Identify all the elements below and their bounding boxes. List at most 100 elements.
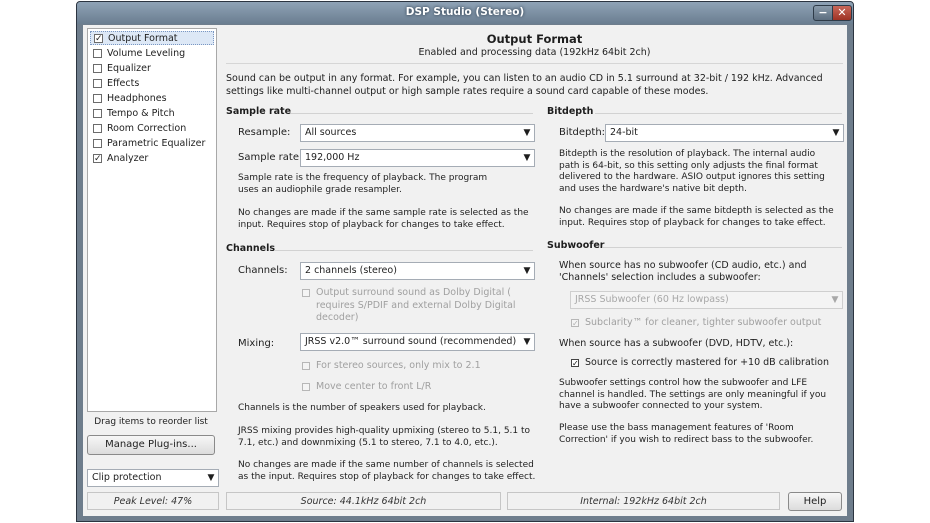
- list-item-label: Parametric Equalizer: [107, 137, 206, 149]
- chevron-down-icon[interactable]: ▼: [828, 292, 842, 308]
- stereo-mix-option[interactable]: For stereo sources, only mix to 2.1: [302, 360, 522, 373]
- list-item-output-format[interactable]: ✓ Output Format: [90, 31, 214, 45]
- sample-rate-desc-2: No changes are made if the same sample r…: [238, 208, 529, 230]
- bitdepth-value: 24-bit: [610, 127, 638, 138]
- stereo-mix-label: For stereo sources, only mix to 2.1: [316, 360, 481, 371]
- chevron-down-icon[interactable]: ▼: [204, 470, 218, 486]
- subwoofer-divider: [603, 247, 842, 248]
- list-item-label: Room Correction: [107, 122, 187, 134]
- no-subwoofer-text: When source has no subwoofer (CD audio, …: [559, 260, 807, 283]
- channels-label: Channels:: [238, 265, 288, 276]
- channels-heading: Channels: [226, 243, 276, 254]
- mastered-option[interactable]: ✓ Source is correctly mastered for +10 d…: [571, 357, 841, 370]
- list-item-equalizer[interactable]: Equalizer: [90, 61, 214, 75]
- list-item-headphones[interactable]: Headphones: [90, 91, 214, 105]
- bitdepth-label: Bitdepth:: [559, 127, 606, 138]
- subwoofer-heading: Subwoofer: [547, 240, 605, 251]
- list-item-tempo-pitch[interactable]: Tempo & Pitch: [90, 106, 214, 120]
- page-subtitle: Enabled and processing data (192kHz 64bi…: [418, 47, 651, 58]
- stereo-mix-checkbox[interactable]: [302, 362, 310, 370]
- mastered-label: Source is correctly mastered for +10 dB …: [585, 357, 829, 368]
- chevron-down-icon[interactable]: ▼: [520, 150, 534, 166]
- plugin-list: ✓ Output Format Volume Leveling Equalize…: [87, 28, 217, 412]
- subwoofer-desc-1: Subwoofer settings control how the subwo…: [559, 378, 827, 411]
- checkbox-parametric-equalizer[interactable]: [93, 138, 102, 148]
- dsp-studio-window: DSP Studio (Stereo) − ✕ ✓ Output Format …: [76, 1, 854, 522]
- channels-value: 2 channels (stereo): [305, 265, 397, 276]
- mixing-select[interactable]: JRSS v2.0™ surround sound (recommended) …: [300, 333, 535, 351]
- list-item-analyzer[interactable]: ✓ Analyzer: [90, 151, 214, 165]
- source-format: Source: 44.1kHz 64bit 2ch: [226, 492, 501, 510]
- sample-rate-select[interactable]: 192,000 Hz ▼: [300, 149, 535, 167]
- mixing-label: Mixing:: [238, 338, 275, 349]
- checkbox-analyzer[interactable]: ✓: [93, 153, 102, 163]
- mixing-value: JRSS v2.0™ surround sound (recommended): [305, 336, 517, 347]
- list-item-room-correction[interactable]: Room Correction: [90, 121, 214, 135]
- subwoofer-select-value: JRSS Subwoofer (60 Hz lowpass): [575, 294, 729, 305]
- mastered-checkbox[interactable]: ✓: [571, 359, 579, 368]
- list-item-label: Equalizer: [107, 62, 151, 74]
- title-bar[interactable]: DSP Studio (Stereo) − ✕: [77, 2, 853, 24]
- chevron-down-icon[interactable]: ▼: [829, 125, 843, 141]
- dolby-digital-label: Output surround sound as Dolby Digital (…: [316, 287, 516, 323]
- sample-rate-desc-1: Sample rate is the frequency of playback…: [238, 173, 488, 195]
- bitdepth-select[interactable]: 24-bit ▼: [605, 124, 844, 142]
- channels-desc-2: JRSS mixing provides high-quality upmixi…: [238, 426, 531, 448]
- checkbox-output-format[interactable]: ✓: [94, 33, 103, 43]
- list-item-label: Volume Leveling: [107, 47, 186, 59]
- header-divider: [226, 63, 843, 64]
- checkbox-tempo-pitch[interactable]: [93, 108, 102, 118]
- has-subwoofer-text: When source has a subwoofer (DVD, HDTV, …: [559, 338, 794, 349]
- center-label: Move center to front L/R: [316, 381, 432, 392]
- manage-plugins-button[interactable]: Manage Plug-ins...: [87, 435, 215, 455]
- checkbox-volume-leveling[interactable]: [93, 48, 102, 58]
- list-item-label: Headphones: [107, 92, 167, 104]
- list-item-label: Analyzer: [107, 152, 149, 164]
- dolby-digital-checkbox[interactable]: [302, 289, 310, 297]
- channels-select[interactable]: 2 channels (stereo) ▼: [300, 262, 535, 280]
- list-item-label: Output Format: [108, 32, 178, 44]
- subclarity-label: Subclarity™ for cleaner, tighter subwoof…: [585, 317, 822, 328]
- help-button[interactable]: Help: [788, 492, 842, 511]
- checkbox-equalizer[interactable]: [93, 63, 102, 73]
- internal-format: Internal: 192kHz 64bit 2ch: [507, 492, 780, 510]
- sample-rate-label: Sample rate:: [238, 152, 303, 163]
- resample-label: Resample:: [238, 127, 291, 138]
- dolby-digital-option[interactable]: Output surround sound as Dolby Digital (…: [302, 287, 520, 325]
- channels-desc-1: Channels is the number of speakers used …: [238, 403, 486, 413]
- channels-divider: [275, 250, 533, 251]
- checkbox-headphones[interactable]: [93, 93, 102, 103]
- subwoofer-desc-2: Please use the bass management features …: [559, 423, 814, 445]
- sample-rate-value: 192,000 Hz: [305, 152, 360, 163]
- center-option[interactable]: Move center to front L/R: [302, 381, 522, 394]
- chevron-down-icon[interactable]: ▼: [520, 263, 534, 279]
- intro-text: Sound can be output in any format. For e…: [226, 73, 823, 97]
- checkbox-room-correction[interactable]: [93, 123, 102, 133]
- center-checkbox[interactable]: [302, 383, 310, 391]
- chevron-down-icon[interactable]: ▼: [520, 125, 534, 141]
- page-title: Output Format: [486, 32, 583, 46]
- bitdepth-heading: Bitdepth: [547, 106, 594, 117]
- checkbox-effects[interactable]: [93, 78, 102, 88]
- sample-rate-divider: [291, 113, 533, 114]
- subwoofer-select[interactable]: JRSS Subwoofer (60 Hz lowpass) ▼: [570, 291, 843, 309]
- resample-select[interactable]: All sources ▼: [300, 124, 535, 142]
- list-item-volume-leveling[interactable]: Volume Leveling: [90, 46, 214, 60]
- minimize-button[interactable]: −: [813, 5, 833, 21]
- bitdepth-desc-2: No changes are made if the same bitdepth…: [559, 206, 834, 228]
- clip-protection-value: Clip protection: [92, 472, 162, 483]
- bitdepth-desc-1: Bitdepth is the resolution of playback. …: [559, 149, 825, 194]
- close-button[interactable]: ✕: [832, 5, 852, 21]
- clip-protection-select[interactable]: Clip protection ▼: [87, 469, 219, 487]
- list-item-parametric-equalizer[interactable]: Parametric Equalizer: [90, 136, 214, 150]
- bitdepth-divider: [595, 113, 842, 114]
- chevron-down-icon[interactable]: ▼: [520, 334, 534, 350]
- window-title: DSP Studio (Stereo): [405, 6, 525, 18]
- list-item-effects[interactable]: Effects: [90, 76, 214, 90]
- subclarity-option[interactable]: ✓ Subclarity™ for cleaner, tighter subwo…: [571, 317, 841, 330]
- subclarity-checkbox[interactable]: ✓: [571, 319, 579, 328]
- drag-hint: Drag items to reorder list: [94, 417, 208, 427]
- sample-rate-heading: Sample rate: [226, 106, 292, 117]
- channels-desc-3: No changes are made if the same number o…: [238, 460, 536, 482]
- list-item-label: Effects: [107, 77, 140, 89]
